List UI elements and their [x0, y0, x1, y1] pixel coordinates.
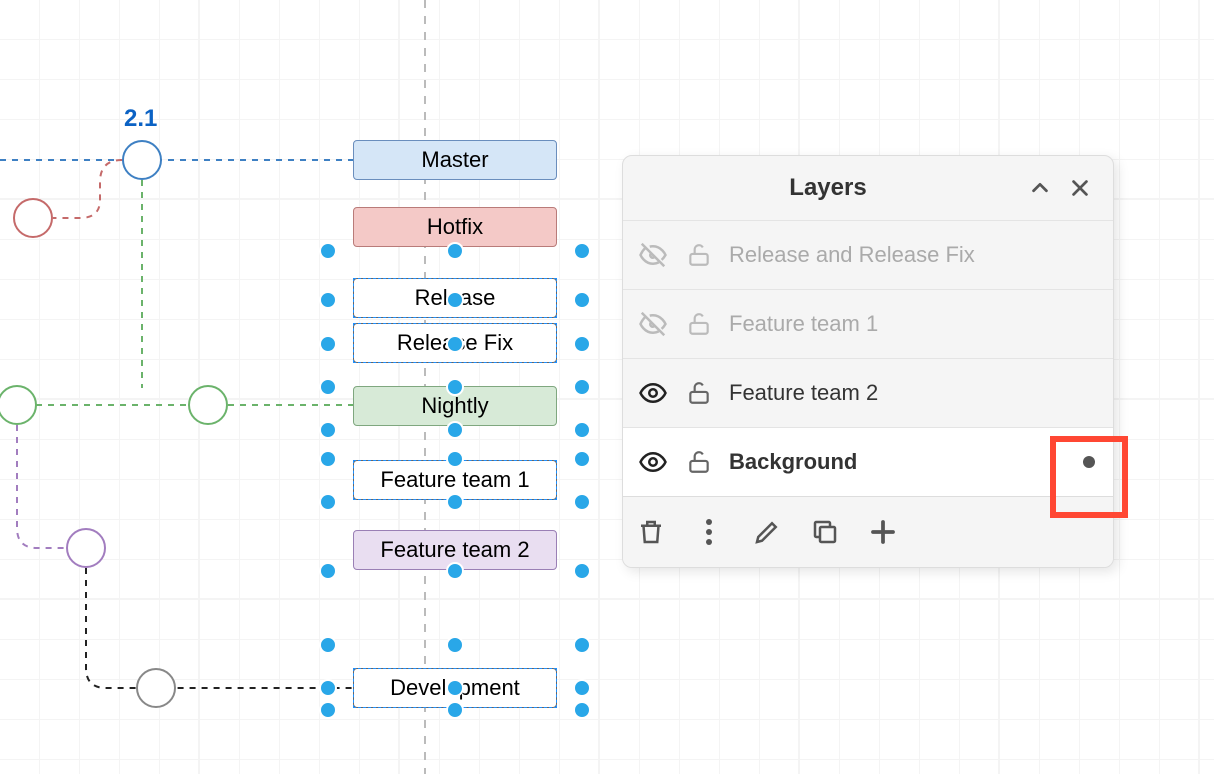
selection-handle[interactable] — [573, 378, 591, 396]
unlock-icon[interactable] — [685, 379, 713, 407]
layer-row[interactable]: Feature team 2 — [623, 358, 1113, 427]
more-options-button[interactable] — [691, 514, 727, 550]
selection-handle[interactable] — [446, 378, 464, 396]
selection-handle[interactable] — [319, 421, 337, 439]
unlock-icon[interactable] — [685, 310, 713, 338]
add-layer-button[interactable] — [865, 514, 901, 550]
visibility-on-icon[interactable] — [637, 377, 669, 409]
selection-handle[interactable] — [319, 242, 337, 260]
branch-label: Feature team 2 — [380, 537, 529, 563]
version-label: 2.1 — [124, 105, 157, 133]
layers-panel-title: Layers — [641, 174, 1015, 202]
selection-handle[interactable] — [573, 636, 591, 654]
selection-handle[interactable] — [446, 636, 464, 654]
branch-box-hotfix[interactable]: Hotfix — [353, 207, 557, 247]
selection-handle[interactable] — [573, 562, 591, 580]
collapse-icon[interactable] — [1025, 173, 1055, 203]
delete-layer-button[interactable] — [633, 514, 669, 550]
visibility-off-icon[interactable] — [637, 308, 669, 340]
branch-label: Hotfix — [427, 214, 483, 240]
selection-handle[interactable] — [446, 493, 464, 511]
unlock-icon[interactable] — [685, 448, 713, 476]
selection-handle[interactable] — [446, 421, 464, 439]
selection-handle[interactable] — [573, 242, 591, 260]
visibility-off-icon[interactable] — [637, 239, 669, 271]
selection-handle[interactable] — [319, 335, 337, 353]
selection-handle[interactable] — [446, 701, 464, 719]
commit-node-master[interactable] — [122, 140, 162, 180]
layer-name: Background — [729, 449, 1067, 475]
branch-label: Nightly — [421, 393, 488, 419]
selection-handle[interactable] — [319, 450, 337, 468]
commit-node-nightly-a[interactable] — [0, 385, 37, 425]
visibility-on-icon[interactable] — [637, 446, 669, 478]
commit-node-feature2[interactable] — [66, 528, 106, 568]
selection-handle[interactable] — [573, 493, 591, 511]
selection-handle[interactable] — [319, 701, 337, 719]
layer-name: Release and Release Fix — [729, 242, 1099, 268]
selection-handle[interactable] — [319, 636, 337, 654]
layer-row[interactable]: Release and Release Fix — [623, 220, 1113, 289]
selection-handle[interactable] — [319, 562, 337, 580]
selection-handle[interactable] — [319, 378, 337, 396]
commit-node-dev[interactable] — [136, 668, 176, 708]
close-icon[interactable] — [1065, 173, 1095, 203]
commit-node-hotfix[interactable] — [13, 198, 53, 238]
edit-layer-button[interactable] — [749, 514, 785, 550]
selection-handle[interactable] — [573, 679, 591, 697]
unlock-icon[interactable] — [685, 241, 713, 269]
selection-handle[interactable] — [573, 450, 591, 468]
selection-handle[interactable] — [446, 679, 464, 697]
active-layer-indicator-icon — [1083, 456, 1095, 468]
selection-handle[interactable] — [319, 679, 337, 697]
layer-name: Feature team 1 — [729, 311, 1099, 337]
branch-box-master[interactable]: Master — [353, 140, 557, 180]
selection-handle[interactable] — [573, 335, 591, 353]
layer-name: Feature team 2 — [729, 380, 1099, 406]
selection-handle[interactable] — [573, 421, 591, 439]
selection-handle[interactable] — [446, 450, 464, 468]
layers-panel-footer — [623, 496, 1113, 567]
branch-label: Master — [421, 147, 488, 173]
selection-handle[interactable] — [573, 291, 591, 309]
layer-row[interactable]: Feature team 1 — [623, 289, 1113, 358]
selection-handle[interactable] — [573, 701, 591, 719]
selection-handle[interactable] — [446, 335, 464, 353]
layer-row-selected[interactable]: Background — [623, 427, 1113, 496]
selection-handle[interactable] — [446, 562, 464, 580]
layers-panel[interactable]: Layers Release and Release Fix Feature t… — [622, 155, 1114, 568]
selection-handle[interactable] — [319, 291, 337, 309]
duplicate-layer-button[interactable] — [807, 514, 843, 550]
layers-panel-header[interactable]: Layers — [623, 156, 1113, 220]
commit-node-nightly-b[interactable] — [188, 385, 228, 425]
selection-handle[interactable] — [319, 493, 337, 511]
selection-handle[interactable] — [446, 291, 464, 309]
selection-handle[interactable] — [446, 242, 464, 260]
